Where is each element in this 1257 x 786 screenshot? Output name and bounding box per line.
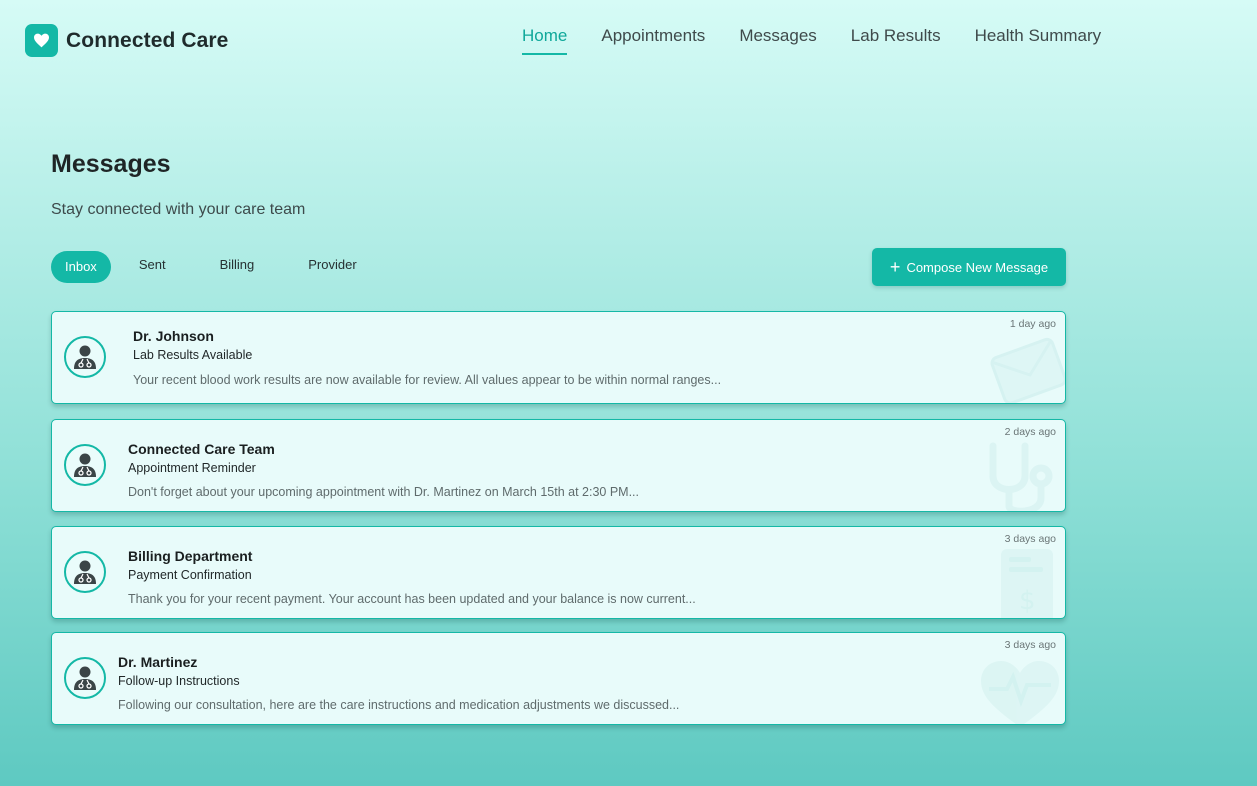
compose-label: Compose New Message bbox=[906, 259, 1049, 275]
top-header: Connected Care Home Appointments Message… bbox=[0, 0, 1257, 80]
doctor-avatar-icon bbox=[64, 336, 106, 378]
heartbeat-icon bbox=[981, 661, 1059, 724]
message-preview: Following our consultation, here are the… bbox=[118, 698, 680, 712]
message-preview: Thank you for your recent payment. Your … bbox=[128, 592, 696, 606]
envelope-icon bbox=[990, 337, 1065, 403]
tab-inbox[interactable]: Inbox bbox=[51, 251, 111, 283]
doctor-avatar-icon bbox=[64, 444, 106, 486]
message-item[interactable]: Connected Care Team Appointment Reminder… bbox=[51, 419, 1066, 512]
message-sender: Billing Department bbox=[128, 548, 253, 564]
tab-billing[interactable]: Billing bbox=[206, 251, 269, 283]
page-subtitle: Stay connected with your care team bbox=[51, 201, 306, 218]
svg-text:$: $ bbox=[1019, 586, 1036, 616]
message-subject: Follow-up Instructions bbox=[118, 674, 240, 688]
message-sender: Connected Care Team bbox=[128, 441, 275, 457]
doctor-avatar-icon bbox=[64, 551, 106, 593]
app-name: Connected Care bbox=[66, 28, 229, 52]
doctor-avatar-icon bbox=[64, 657, 106, 699]
heart-icon bbox=[25, 24, 58, 57]
compose-message-button[interactable]: + Compose New Message bbox=[872, 248, 1066, 286]
app-logo[interactable]: Connected Care bbox=[25, 24, 228, 57]
nav-appointments[interactable]: Appointments bbox=[601, 26, 705, 56]
nav-home[interactable]: Home bbox=[522, 26, 568, 56]
message-sender: Dr. Johnson bbox=[133, 328, 214, 344]
message-preview: Don't forget about your upcoming appoint… bbox=[128, 485, 639, 499]
message-item[interactable]: Billing Department Payment Confirmation … bbox=[51, 526, 1066, 619]
message-sender: Dr. Martinez bbox=[118, 654, 198, 670]
message-subject: Appointment Reminder bbox=[128, 461, 256, 475]
tab-provider[interactable]: Provider bbox=[294, 251, 370, 283]
message-subject: Payment Confirmation bbox=[128, 568, 252, 582]
stethoscope-icon bbox=[989, 442, 1053, 511]
plus-icon: + bbox=[889, 257, 901, 277]
message-subject: Lab Results Available bbox=[133, 348, 253, 362]
message-preview: Your recent blood work results are now a… bbox=[133, 373, 722, 387]
nav-health-summary[interactable]: Health Summary bbox=[975, 26, 1102, 56]
nav-lab-results[interactable]: Lab Results bbox=[851, 26, 941, 56]
message-filter-tabs: Inbox Sent Billing Provider bbox=[51, 251, 371, 283]
message-item[interactable]: Dr. Martinez Follow-up Instructions Foll… bbox=[51, 632, 1066, 725]
tab-sent[interactable]: Sent bbox=[125, 251, 180, 283]
main-nav: Home Appointments Messages Lab Results H… bbox=[522, 26, 1135, 56]
page-title: Messages bbox=[51, 150, 171, 178]
message-item[interactable]: Dr. Johnson Lab Results Available Your r… bbox=[51, 311, 1066, 404]
invoice-icon: $ bbox=[1001, 549, 1053, 618]
nav-messages[interactable]: Messages bbox=[739, 26, 816, 56]
